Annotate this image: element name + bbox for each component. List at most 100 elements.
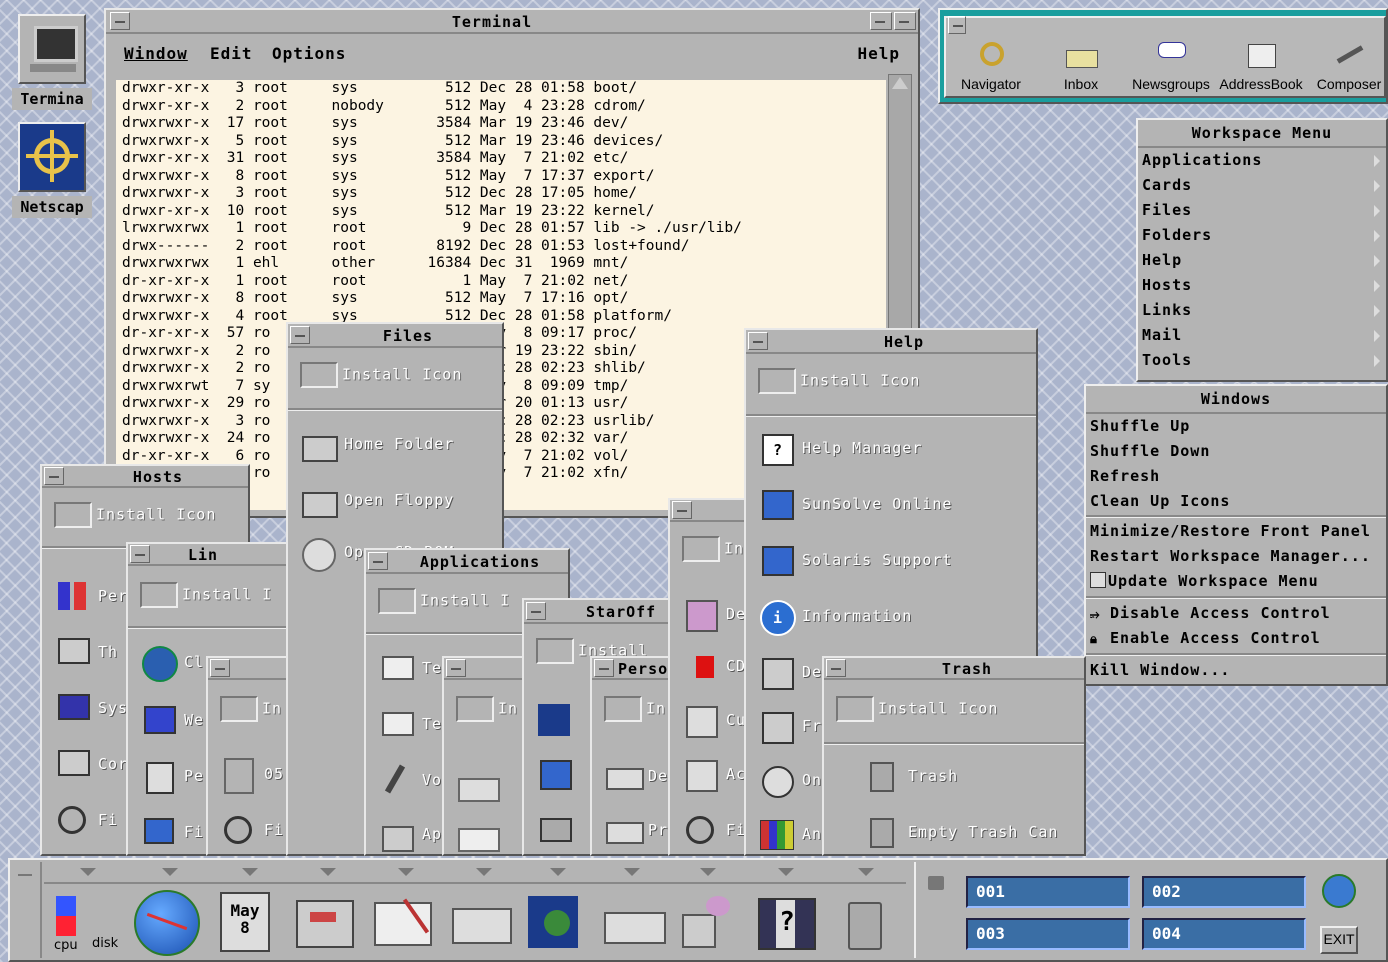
install-icon-target[interactable]: Install Icon <box>300 362 498 392</box>
close-button[interactable] <box>290 326 310 344</box>
install-icon-target[interactable]: Install Icon <box>54 502 244 532</box>
close-button[interactable] <box>446 659 466 677</box>
subpanel-arrow[interactable] <box>778 868 794 876</box>
desktop-icon-terminal[interactable]: Termina <box>12 14 92 110</box>
staroffice-item[interactable] <box>536 754 580 794</box>
help-item[interactable]: De <box>758 652 822 692</box>
help-item-information[interactable]: i Information <box>758 596 912 636</box>
menu-item-disable-access[interactable]: ⭌ Disable Access Control <box>1086 601 1386 626</box>
trash-icon[interactable] <box>848 902 882 950</box>
hosts-item[interactable]: Sys <box>54 688 128 728</box>
apps-item[interactable]: Ap <box>378 814 442 854</box>
style-manager-icon[interactable] <box>678 896 734 948</box>
help-item[interactable]: Fr <box>758 706 822 746</box>
workspace-002-button[interactable]: 002 <box>1142 876 1306 908</box>
tools-item[interactable]: Cu <box>682 700 746 740</box>
trash-item-trash[interactable]: Trash <box>864 756 958 796</box>
files-item-home-folder[interactable]: Home Folder <box>300 424 454 464</box>
install-icon-target[interactable]: Install I <box>140 582 290 612</box>
close-button[interactable] <box>130 545 150 563</box>
subpanel-arrow[interactable] <box>398 868 414 876</box>
newsgroups-button[interactable]: Newsgroups <box>1126 38 1216 92</box>
menu-item-clean-up-icons[interactable]: Clean Up Icons <box>1086 489 1386 514</box>
subpanel-arrow[interactable] <box>242 868 258 876</box>
apps-item[interactable]: Te <box>378 704 442 744</box>
help-icon[interactable]: ? <box>758 898 816 950</box>
mail-item[interactable] <box>456 766 500 806</box>
close-button[interactable] <box>44 467 64 485</box>
help-item[interactable]: An <box>758 814 822 854</box>
workspace-menu-item-mail[interactable]: Mail <box>1138 323 1386 348</box>
small-subpanel[interactable]: In 05 Fi <box>206 656 296 856</box>
subpanel-arrow[interactable] <box>162 868 178 876</box>
desktop-icon-netscape[interactable]: Netscap <box>12 122 92 218</box>
printer-item[interactable]: De <box>604 756 668 796</box>
composer-button[interactable]: Composer <box>1304 38 1388 92</box>
close-button[interactable] <box>826 659 846 677</box>
hosts-item[interactable]: Cor <box>54 744 128 784</box>
personal-printers-subpanel[interactable]: Perso In De Pr <box>590 656 678 856</box>
tools-item[interactable]: CD <box>682 646 746 686</box>
help-item-solaris-support[interactable]: Solaris Support <box>758 540 952 580</box>
subpanel-arrow[interactable] <box>700 868 716 876</box>
hosts-item[interactable]: Th <box>54 632 118 672</box>
menu-item-minimize-restore[interactable]: Minimize/Restore Front Panel <box>1086 519 1386 544</box>
staroffice-item[interactable] <box>536 700 580 740</box>
menu-item-enable-access[interactable]: 🔒︎ Enable Access Control <box>1086 626 1386 651</box>
maximize-button[interactable] <box>894 12 916 30</box>
links-item[interactable]: Fi <box>140 812 204 852</box>
menu-window[interactable]: Window <box>124 44 188 63</box>
terminal-titlebar[interactable]: Terminal <box>106 10 918 34</box>
subpanel-arrow[interactable] <box>858 868 874 876</box>
close-button[interactable] <box>672 501 692 519</box>
scroll-up-arrow[interactable] <box>892 77 908 89</box>
staroffice-item[interactable] <box>536 808 580 848</box>
text-editor-icon[interactable] <box>374 898 432 946</box>
addressbook-button[interactable]: AddressBook <box>1216 38 1306 92</box>
tools-item[interactable]: Fi <box>682 810 746 850</box>
menu-help[interactable]: Help <box>857 44 900 63</box>
close-button[interactable] <box>748 332 768 350</box>
menu-edit[interactable]: Edit <box>210 44 253 63</box>
close-button[interactable] <box>210 659 230 677</box>
apps-item[interactable]: Vo <box>378 760 442 800</box>
install-icon-target[interactable]: In <box>604 696 672 726</box>
front-panel-handle[interactable] <box>12 862 42 958</box>
links-item[interactable]: We <box>140 700 204 740</box>
help-item[interactable]: On <box>758 760 822 800</box>
calendar-icon[interactable]: May 8 <box>220 892 270 952</box>
help-item-help-manager[interactable]: ? Help Manager <box>758 428 922 468</box>
menu-item-kill-window[interactable]: Kill Window... <box>1086 658 1386 683</box>
close-button[interactable] <box>594 659 614 677</box>
workspace-menu-item-hosts[interactable]: Hosts <box>1138 273 1386 298</box>
lock-icon[interactable] <box>928 876 944 890</box>
close-button[interactable] <box>526 602 546 620</box>
navigator-button[interactable]: Navigator <box>946 38 1036 92</box>
workspace-004-button[interactable]: 004 <box>1142 918 1306 950</box>
tools-item[interactable]: De <box>682 594 746 634</box>
inbox-button[interactable]: Inbox <box>1036 38 1126 92</box>
files-item-open-floppy[interactable]: Open Floppy <box>300 480 454 520</box>
links-item[interactable]: Pe <box>140 756 204 796</box>
subpanel-arrow[interactable] <box>624 868 640 876</box>
subpanel-arrow[interactable] <box>320 868 336 876</box>
window-menu-button[interactable] <box>948 16 966 34</box>
menu-options[interactable]: Options <box>272 44 346 63</box>
trash-item-empty[interactable]: Empty Trash Can <box>864 812 1058 852</box>
exit-button[interactable]: EXIT <box>1320 926 1358 954</box>
links-item[interactable]: Cl <box>140 642 204 682</box>
hosts-item[interactable]: Per <box>54 576 128 616</box>
mail-item[interactable] <box>456 818 500 854</box>
globe-icon[interactable] <box>1322 874 1356 908</box>
workspace-menu-item-links[interactable]: Links <box>1138 298 1386 323</box>
cpu-disk-meter[interactable]: cpu disk <box>50 890 130 958</box>
workspace-menu-item-tools[interactable]: Tools <box>1138 348 1386 373</box>
help-item-sunsolve[interactable]: SunSolve Online <box>758 484 952 524</box>
subpanel-item[interactable]: 05 <box>220 754 284 794</box>
install-icon-target[interactable]: Install Icon <box>758 368 1032 398</box>
tools-item[interactable]: Ac <box>682 754 746 794</box>
workspace-003-button[interactable]: 003 <box>966 918 1130 950</box>
subpanel-arrow[interactable] <box>476 868 492 876</box>
subpanel-arrow[interactable] <box>80 868 96 876</box>
globe-icon[interactable] <box>134 890 200 956</box>
